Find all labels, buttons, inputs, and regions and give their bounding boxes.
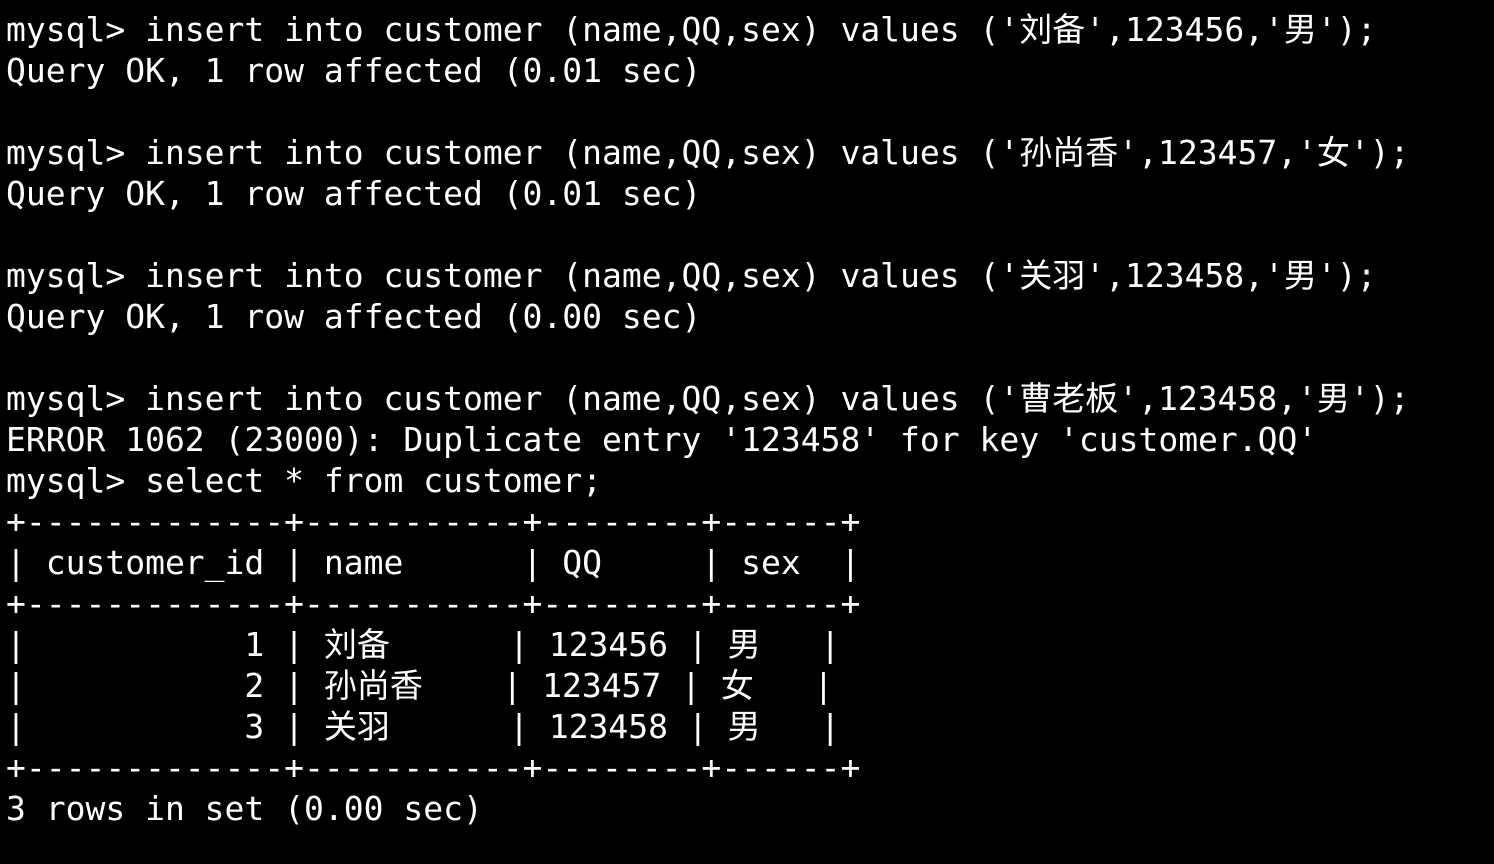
mysql-prompt: mysql>: [6, 256, 146, 295]
table-row: | 3 | 关羽 | 123458 | 男 |: [6, 707, 841, 746]
command-line: mysql> insert into customer (name,QQ,sex…: [6, 255, 1494, 296]
table-row: | 1 | 刘备 | 123456 | 男 |: [6, 625, 841, 664]
command-text: insert into customer (name,QQ,sex) value…: [145, 10, 1377, 49]
command-text: insert into customer (name,QQ,sex) value…: [145, 133, 1410, 172]
table-border: +-------------+-----------+--------+----…: [6, 584, 861, 623]
command-line: mysql> insert into customer (name,QQ,sex…: [6, 378, 1494, 419]
table-header-row: | customer_id | name | QQ | sex |: [6, 543, 861, 582]
table-border: +-------------+-----------+--------+----…: [6, 502, 861, 541]
command-line: mysql> insert into customer (name,QQ,sex…: [6, 132, 1494, 173]
mysql-prompt: mysql>: [6, 461, 146, 500]
mysql-prompt: mysql>: [6, 133, 146, 172]
query-result-line: Query OK, 1 row affected (0.01 sec): [6, 51, 702, 90]
error-message-line: ERROR 1062 (23000): Duplicate entry '123…: [6, 420, 1318, 459]
mysql-prompt: mysql>: [6, 10, 146, 49]
command-text: select * from customer;: [145, 461, 603, 500]
query-result-line: Query OK, 1 row affected (0.01 sec): [6, 174, 702, 213]
terminal-window[interactable]: mysql> insert into customer (name,QQ,sex…: [0, 0, 1494, 864]
mysql-prompt: mysql>: [6, 379, 146, 418]
command-text: insert into customer (name,QQ,sex) value…: [145, 379, 1410, 418]
command-line: mysql> select * from customer;: [6, 460, 1494, 501]
command-line: mysql> insert into customer (name,QQ,sex…: [6, 9, 1494, 50]
table-row: | 2 | 孙尚香 | 123457 | 女 |: [6, 666, 834, 705]
table-border: +-------------+-----------+--------+----…: [6, 748, 861, 787]
command-text: insert into customer (name,QQ,sex) value…: [145, 256, 1377, 295]
query-result-line: Query OK, 1 row affected (0.00 sec): [6, 297, 702, 336]
rows-summary-line: 3 rows in set (0.00 sec): [6, 789, 483, 828]
